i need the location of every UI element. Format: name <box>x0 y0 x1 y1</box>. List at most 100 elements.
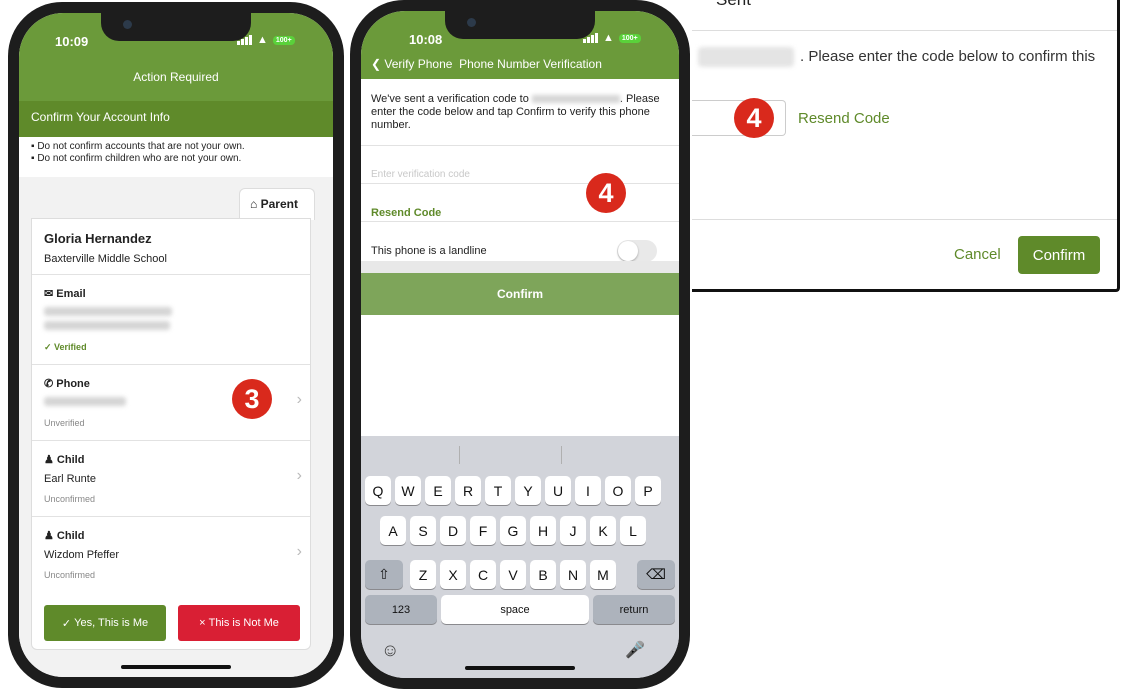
account-row: Gloria Hernandez Baxterville Middle Scho… <box>32 219 310 275</box>
child-name: Earl Runte <box>44 473 96 485</box>
rule-item: ▪ Do not confirm accounts that are not y… <box>31 141 245 152</box>
redacted-phone <box>44 397 126 406</box>
header-title: Action Required <box>133 70 219 84</box>
resend-code-link[interactable]: Resend Code <box>371 207 441 219</box>
divider <box>692 219 1117 220</box>
divider <box>361 145 679 146</box>
home-indicator <box>121 665 231 669</box>
step-badge: 3 <box>232 379 272 419</box>
redacted-email <box>44 321 170 330</box>
key-p[interactable]: P <box>635 476 661 505</box>
code-input[interactable]: Enter verification code <box>371 169 470 180</box>
redacted-email <box>44 307 172 316</box>
divider <box>361 261 679 273</box>
notch <box>101 13 251 41</box>
key-s[interactable]: S <box>410 516 436 545</box>
divider <box>361 221 679 222</box>
numbers-key[interactable]: 123 <box>365 595 437 624</box>
child-status: Unconfirmed <box>44 570 96 580</box>
rules-list: ▪ Do not confirm accounts that are not y… <box>19 137 333 177</box>
chevron-right-icon: › <box>296 467 302 484</box>
space-key[interactable]: space <box>441 595 589 624</box>
landline-toggle[interactable] <box>617 240 657 262</box>
account-name: Gloria Hernandez <box>44 231 152 246</box>
key-a[interactable]: A <box>380 516 406 545</box>
key-l[interactable]: L <box>620 516 646 545</box>
key-g[interactable]: G <box>500 516 526 545</box>
key-x[interactable]: X <box>440 560 466 589</box>
divider <box>459 446 460 464</box>
child-name: Wizdom Pfeffer <box>44 549 119 561</box>
shift-key[interactable]: ⇧ <box>365 560 403 589</box>
notch <box>445 11 595 39</box>
key-j[interactable]: J <box>560 516 586 545</box>
backspace-key[interactable]: ⌫ <box>637 560 675 589</box>
key-d[interactable]: D <box>440 516 466 545</box>
key-m[interactable]: M <box>590 560 616 589</box>
cancel-button[interactable]: Cancel <box>954 246 1001 263</box>
key-v[interactable]: V <box>500 560 526 589</box>
microphone-icon[interactable]: 🎤 <box>625 640 645 660</box>
phone-verify: 10:08 ▲ 100+ ❮ Verify Phone Phone Number… <box>350 0 690 689</box>
key-u[interactable]: U <box>545 476 571 505</box>
tab-parent[interactable]: ⌂ Parent <box>239 188 315 220</box>
chevron-right-icon: › <box>296 391 302 408</box>
home-indicator <box>465 666 575 670</box>
intro-text: We've sent a verification code to . Plea… <box>371 93 660 131</box>
child-row[interactable]: ♟ Child Earl Runte Unconfirmed › <box>32 441 310 517</box>
yes-this-is-me-button[interactable]: ✓ Yes, This is Me <box>44 605 166 641</box>
divider <box>692 30 1117 31</box>
key-q[interactable]: Q <box>365 476 391 505</box>
rule-item: ▪ Do not confirm children who are not yo… <box>31 153 242 164</box>
confirm-button[interactable]: Confirm <box>361 273 679 315</box>
key-y[interactable]: Y <box>515 476 541 505</box>
confirm-button[interactable]: Confirm <box>1018 236 1100 274</box>
verification-dialog: Sent . Please enter the code below to co… <box>692 0 1120 292</box>
chevron-right-icon: › <box>296 543 302 560</box>
key-z[interactable]: Z <box>410 560 436 589</box>
close-icon: × <box>199 617 209 629</box>
key-h[interactable]: H <box>530 516 556 545</box>
not-me-button[interactable]: × This is Not Me <box>178 605 300 641</box>
divider <box>361 183 679 184</box>
phone-status: Unverified <box>44 418 85 428</box>
account-school: Baxterville Middle School <box>44 253 167 265</box>
return-key[interactable]: return <box>593 595 675 624</box>
key-n[interactable]: N <box>560 560 586 589</box>
key-t[interactable]: T <box>485 476 511 505</box>
dialog-message: . Please enter the code below to confirm… <box>800 48 1096 65</box>
home-icon: ⌂ <box>250 197 258 211</box>
email-label: ✉ Email <box>44 288 86 300</box>
battery-icon: 100+ <box>618 33 641 43</box>
phone-label: ✆ Phone <box>44 378 90 390</box>
status-time: 10:09 <box>55 34 89 49</box>
section-title: Confirm Your Account Info <box>19 101 333 137</box>
dialog-title: Sent <box>716 0 751 10</box>
step-badge: 4 <box>734 98 774 138</box>
key-r[interactable]: R <box>455 476 481 505</box>
key-k[interactable]: K <box>590 516 616 545</box>
resend-code-link[interactable]: Resend Code <box>798 110 890 127</box>
key-c[interactable]: C <box>470 560 496 589</box>
child-row[interactable]: ♟ Child Wizdom Pfeffer Unconfirmed › <box>32 517 310 593</box>
step-badge: 4 <box>586 173 626 213</box>
child-label: ♟ Child <box>44 454 85 466</box>
key-f[interactable]: F <box>470 516 496 545</box>
key-b[interactable]: B <box>530 560 556 589</box>
camera-icon <box>467 18 476 27</box>
key-i[interactable]: I <box>575 476 601 505</box>
email-row: ✉ Email ✓ Verified <box>32 275 310 365</box>
phone-screen: Action Required 10:09 ▲ 100+ Confirm You… <box>19 13 333 677</box>
wifi-icon: ▲ <box>257 34 268 46</box>
key-w[interactable]: W <box>395 476 421 505</box>
child-status: Unconfirmed <box>44 494 96 504</box>
nav-bar: ❮ Verify Phone Phone Number Verification <box>371 57 602 71</box>
phone-account-confirm: Action Required 10:09 ▲ 100+ Confirm You… <box>8 2 344 688</box>
emoji-icon[interactable]: ☺ <box>381 640 399 661</box>
divider <box>561 446 562 464</box>
camera-icon <box>123 20 132 29</box>
key-o[interactable]: O <box>605 476 631 505</box>
key-e[interactable]: E <box>425 476 451 505</box>
back-button[interactable]: ❮ Verify Phone <box>371 57 452 71</box>
status-time: 10:08 <box>409 32 443 47</box>
